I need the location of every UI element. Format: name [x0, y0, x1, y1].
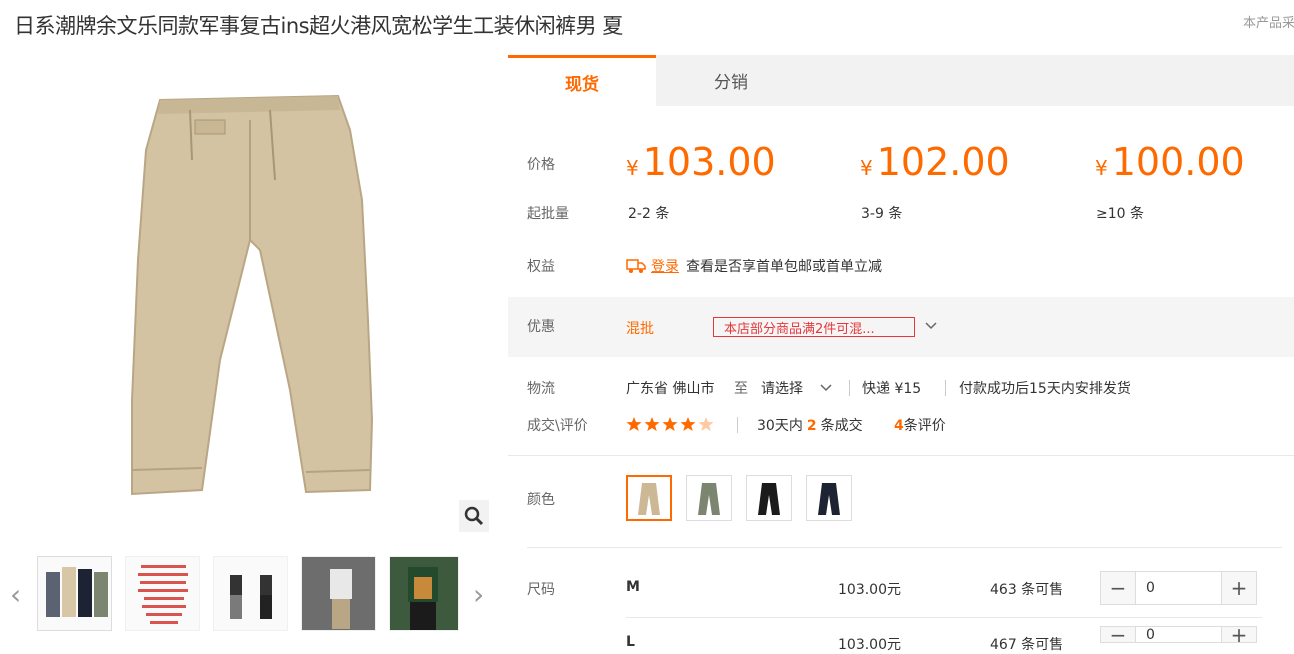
- size-name: M: [626, 579, 640, 595]
- divider: [508, 455, 1294, 456]
- size-name: L: [626, 634, 635, 650]
- size-price: 103.00元: [838, 582, 901, 598]
- promo-type: 混批: [626, 321, 654, 337]
- increment-button[interactable]: +: [1222, 572, 1256, 604]
- size-stock: 463 条可售: [990, 582, 1064, 598]
- color-option-olive[interactable]: [686, 475, 732, 521]
- deals-label: 成交\评价: [527, 418, 588, 434]
- review-count[interactable]: 4条评价: [894, 415, 946, 435]
- moq-tier-1: 2-2 条: [628, 206, 670, 222]
- main-product-image[interactable]: [20, 60, 495, 540]
- divider: [626, 617, 1262, 618]
- price-tier-1: ¥103.00: [626, 140, 776, 184]
- thumbnail-2[interactable]: [125, 556, 200, 631]
- thumbnail-5[interactable]: [389, 556, 459, 631]
- promo-detail[interactable]: 本店部分商品满2件可混...: [713, 317, 915, 337]
- tab-distribution[interactable]: 分销: [656, 55, 806, 106]
- decrement-button[interactable]: −: [1101, 623, 1135, 647]
- price-tier-2: ¥102.00: [860, 140, 1010, 184]
- delivery-time: 付款成功后15天内安排发货: [959, 381, 1131, 397]
- benefits-label: 权益: [527, 259, 555, 275]
- sales-count[interactable]: 30天内 2 条成交: [757, 415, 863, 435]
- quantity-input[interactable]: 0: [1135, 627, 1222, 643]
- thumbnail-3[interactable]: [213, 556, 288, 631]
- thumb-next-arrow-icon[interactable]: ›: [473, 578, 484, 611]
- tab-spot[interactable]: 现货: [508, 55, 656, 106]
- divider: [527, 547, 1282, 548]
- moq-tier-3: ≥10 条: [1096, 206, 1144, 222]
- increment-button[interactable]: +: [1222, 623, 1256, 647]
- price-label: 价格: [527, 157, 555, 173]
- color-option-navy[interactable]: [806, 475, 852, 521]
- product-title: 日系潮牌余文乐同款军事复古ins超火港风宽松学生工装休闲裤男 夏: [14, 14, 623, 38]
- quantity-stepper[interactable]: − 0 +: [1100, 571, 1257, 605]
- benefits-text: 查看是否享首单包邮或首单立减: [686, 259, 882, 275]
- ship-to-label: 至: [734, 381, 748, 397]
- zoom-icon[interactable]: [459, 500, 489, 532]
- region-chevron-icon[interactable]: [819, 380, 833, 399]
- decrement-button[interactable]: −: [1101, 572, 1135, 604]
- divider: [849, 380, 850, 396]
- color-option-black[interactable]: [746, 475, 792, 521]
- color-label: 颜色: [527, 492, 555, 508]
- shipping-fee: 快递 ¥15: [862, 381, 922, 397]
- size-label: 尺码: [527, 582, 555, 598]
- product-notice: 本产品采: [1243, 16, 1294, 31]
- price-tier-3: ¥100.00: [1095, 140, 1245, 184]
- logistics-label: 物流: [527, 381, 555, 397]
- moq-tier-2: 3-9 条: [861, 206, 903, 222]
- chevron-down-icon[interactable]: [924, 318, 938, 337]
- quantity-input[interactable]: 0: [1135, 572, 1222, 604]
- size-price: 103.00元: [838, 637, 901, 653]
- login-link[interactable]: 登录: [651, 256, 679, 276]
- promo-label: 优惠: [527, 319, 555, 335]
- moq-label: 起批量: [527, 206, 569, 222]
- divider: [945, 380, 946, 396]
- thumbnail-4[interactable]: [301, 556, 376, 631]
- quantity-stepper[interactable]: − 0 +: [1100, 623, 1257, 647]
- size-stock: 467 条可售: [990, 637, 1064, 653]
- thumb-prev-arrow-icon[interactable]: ‹: [10, 578, 21, 611]
- thumbnail-1[interactable]: [37, 556, 112, 631]
- ship-from: 广东省 佛山市: [626, 381, 715, 397]
- ship-to-select[interactable]: 请选择: [761, 378, 803, 398]
- delivery-truck-icon: [626, 256, 646, 278]
- rating-stars: [626, 416, 721, 436]
- divider: [737, 417, 738, 433]
- color-option-khaki[interactable]: [626, 475, 672, 521]
